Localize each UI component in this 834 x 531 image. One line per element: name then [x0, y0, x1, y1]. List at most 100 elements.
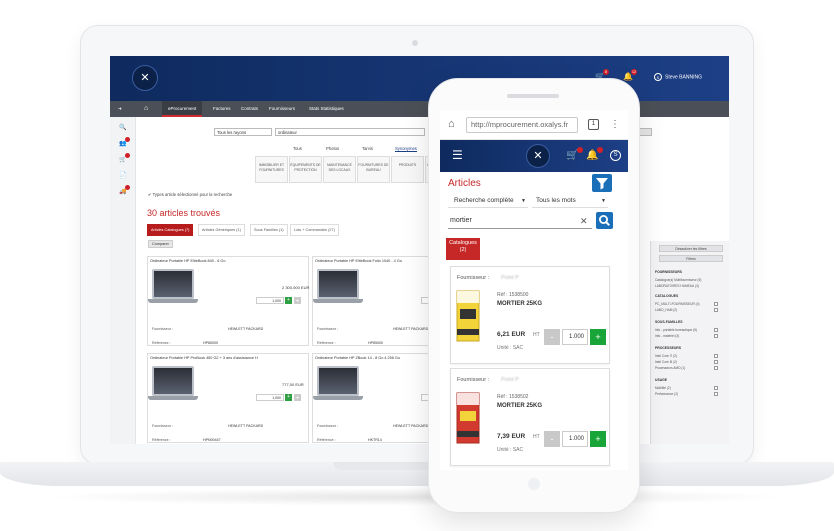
- filter-checkbox[interactable]: [714, 386, 718, 390]
- product-name[interactable]: MORTIER 25KG: [497, 301, 542, 307]
- filter-group-head: SOUS-FAMILLES: [655, 320, 683, 324]
- result-tab-lots[interactable]: Lots + Commandes (27): [290, 224, 339, 236]
- filter-item[interactable]: Performance (2): [655, 392, 678, 396]
- favorite-icon[interactable]: ♥: [294, 297, 301, 304]
- filter-checkbox[interactable]: [714, 354, 718, 358]
- quantity-input[interactable]: 1.000: [562, 329, 588, 345]
- compare-button[interactable]: Comparer: [148, 240, 173, 248]
- search-input[interactable]: ordinateur: [275, 128, 425, 136]
- decrease-quantity-button[interactable]: -: [544, 431, 560, 447]
- filters-button[interactable]: Filtres: [659, 255, 723, 262]
- supplier-value: HEWLETT PACKARD: [228, 424, 264, 428]
- category-produits[interactable]: PRODUITS: [391, 156, 424, 183]
- collapse-arrow-icon[interactable]: ➜: [118, 101, 122, 117]
- filter-item[interactable]: Mobilité (2): [655, 386, 671, 390]
- product-name[interactable]: Ordinateur Portable HP EliteBook 840 - 6…: [150, 259, 226, 263]
- catalogue-tab[interactable]: Catalogues (2): [446, 238, 480, 260]
- app-logo[interactable]: ✕: [132, 65, 158, 91]
- search-words-select[interactable]: Tous les mots ▼: [532, 194, 608, 208]
- hamburger-menu-icon[interactable]: ☰: [452, 149, 464, 161]
- search-button[interactable]: [596, 212, 613, 229]
- search-mode-select[interactable]: Recherche complète ▼: [448, 194, 528, 208]
- supplier-label: Fournisseur :: [152, 327, 173, 331]
- filter-item[interactable]: LABORATOIRES HUMEAU (3): [655, 284, 699, 288]
- user-icon[interactable]: S: [610, 150, 621, 161]
- filter-tab-photos[interactable]: Photos: [326, 146, 339, 151]
- search-input[interactable]: mortier: [448, 213, 592, 229]
- filter-checkbox[interactable]: [714, 302, 718, 306]
- laptop-image: [313, 269, 363, 303]
- filter-item[interactable]: PC_MULTI-FOURNISSEUR (4): [655, 302, 700, 306]
- result-tab-sous-familles[interactable]: Sous Familles (1): [250, 224, 288, 236]
- disable-filters-button[interactable]: Désactiver les filtres: [659, 245, 723, 252]
- bell-icon[interactable]: 🔔: [586, 147, 604, 162]
- nav-fournisseurs[interactable]: Fournisseurs: [269, 101, 295, 117]
- add-to-cart-button[interactable]: +: [285, 394, 292, 401]
- favorite-icon[interactable]: ♥: [294, 394, 301, 401]
- rayon-select[interactable]: Tous les rayons: [214, 128, 272, 136]
- category-protection[interactable]: ÉQUIPEMENTS DE PROTECTION: [289, 156, 322, 183]
- supplier-label: Fournisseur :: [317, 327, 338, 331]
- cart-side-icon[interactable]: 🛒: [118, 153, 130, 165]
- filter-tab-synonymes[interactable]: Synonymes: [395, 146, 417, 152]
- document-icon[interactable]: 📄: [118, 171, 128, 181]
- truck-icon[interactable]: 🚚: [118, 185, 130, 197]
- bell-icon[interactable]: 🔔 12: [623, 69, 637, 82]
- nav-eprocurement[interactable]: eProcurement: [162, 101, 203, 117]
- supplier-value: Point P: [501, 377, 519, 383]
- filter-checkbox[interactable]: [714, 308, 718, 312]
- home-icon[interactable]: ⌂: [448, 118, 455, 130]
- category-maintenance[interactable]: MAINTENANCE DES LOCAUX: [323, 156, 356, 183]
- product-name[interactable]: MORTIER 25KG: [497, 403, 542, 409]
- filter-checkbox[interactable]: [714, 334, 718, 338]
- quantity-input[interactable]: 1.000: [562, 431, 588, 447]
- nav-stats[interactable]: Stats Statistiques: [309, 101, 344, 117]
- filter-item[interactable]: Intel Core i5 (2): [655, 360, 677, 364]
- decrease-quantity-button[interactable]: -: [544, 329, 560, 345]
- user-menu[interactable]: S Steve BANNING: [654, 73, 702, 81]
- quantity-input[interactable]: 1,000: [256, 394, 284, 401]
- product-card[interactable]: Ordinateur Portable HP EliteBook 840 - 6…: [147, 256, 309, 346]
- filter-item[interactable]: info - portable bureautique (5): [655, 328, 697, 332]
- filter-tab-tarvis[interactable]: Tarvis: [362, 146, 373, 151]
- funnel-svg: [596, 178, 608, 190]
- app-logo[interactable]: ✕: [526, 144, 550, 168]
- filter-item[interactable]: Catalogue(s) Multifournisseur (5): [655, 278, 701, 282]
- filter-funnel-icon[interactable]: [592, 174, 612, 192]
- add-to-cart-button[interactable]: +: [590, 329, 606, 345]
- product-name[interactable]: Ordinateur Portable HP EliteBook Folio 1…: [315, 259, 402, 263]
- clear-icon[interactable]: ✕: [580, 214, 588, 228]
- home-icon[interactable]: ⌂: [144, 101, 148, 117]
- product-name[interactable]: Ordinateur Portable HP ProBook 450 G2 + …: [150, 356, 258, 360]
- filter-tab-all[interactable]: Tous: [293, 146, 302, 151]
- add-to-cart-button[interactable]: +: [285, 297, 292, 304]
- url-field[interactable]: http://mprocurement.oxalys.fr: [466, 117, 578, 133]
- filter-checkbox[interactable]: [714, 360, 718, 364]
- category-bureau[interactable]: FOURNITURES DE BUREAU: [357, 156, 390, 183]
- users-icon[interactable]: 👥: [118, 137, 130, 149]
- laptop-image: [148, 269, 198, 303]
- mobile-product-card[interactable]: Fournisseur : Point P Réf : 1538502 MORT…: [450, 368, 610, 466]
- filter-item[interactable]: Processeurs AMD (1): [655, 366, 685, 370]
- article-type-check[interactable]: ✔ Types article sélectionné pour la rech…: [148, 192, 232, 197]
- nav-factures[interactable]: Factures: [213, 101, 231, 117]
- result-tab-catalogues[interactable]: Articles Catalogues (7): [147, 224, 194, 236]
- filter-checkbox[interactable]: [714, 366, 718, 370]
- product-name[interactable]: Ordinateur Portable HP ZBook 14 - 8 Go 4…: [315, 356, 400, 360]
- quantity-input[interactable]: 1,000: [256, 297, 284, 304]
- filter-item[interactable]: Info - matériel (3): [655, 334, 679, 338]
- cart-icon[interactable]: 🛒: [566, 147, 584, 162]
- nav-contrats[interactable]: Contrats: [241, 101, 258, 117]
- more-menu-icon[interactable]: ⋮: [610, 116, 620, 134]
- add-to-cart-button[interactable]: +: [590, 431, 606, 447]
- mobile-product-card[interactable]: Fournisseur : Point P Réf : 1538500 MORT…: [450, 266, 610, 364]
- product-card[interactable]: Ordinateur Portable HP ProBook 450 G2 + …: [147, 353, 309, 443]
- filter-checkbox[interactable]: [714, 328, 718, 332]
- tabs-icon[interactable]: 1: [588, 119, 599, 130]
- filter-item[interactable]: LABO_HAM (2): [655, 308, 677, 312]
- result-tab-generiques[interactable]: Articles Génériques (1): [198, 224, 245, 236]
- category-immobilier[interactable]: IMMOBILIER ET FOURNITURES: [255, 156, 288, 183]
- search-icon[interactable]: 🔍: [118, 123, 128, 133]
- filter-item[interactable]: Intel Core i7 (2): [655, 354, 677, 358]
- filter-checkbox[interactable]: [714, 392, 718, 396]
